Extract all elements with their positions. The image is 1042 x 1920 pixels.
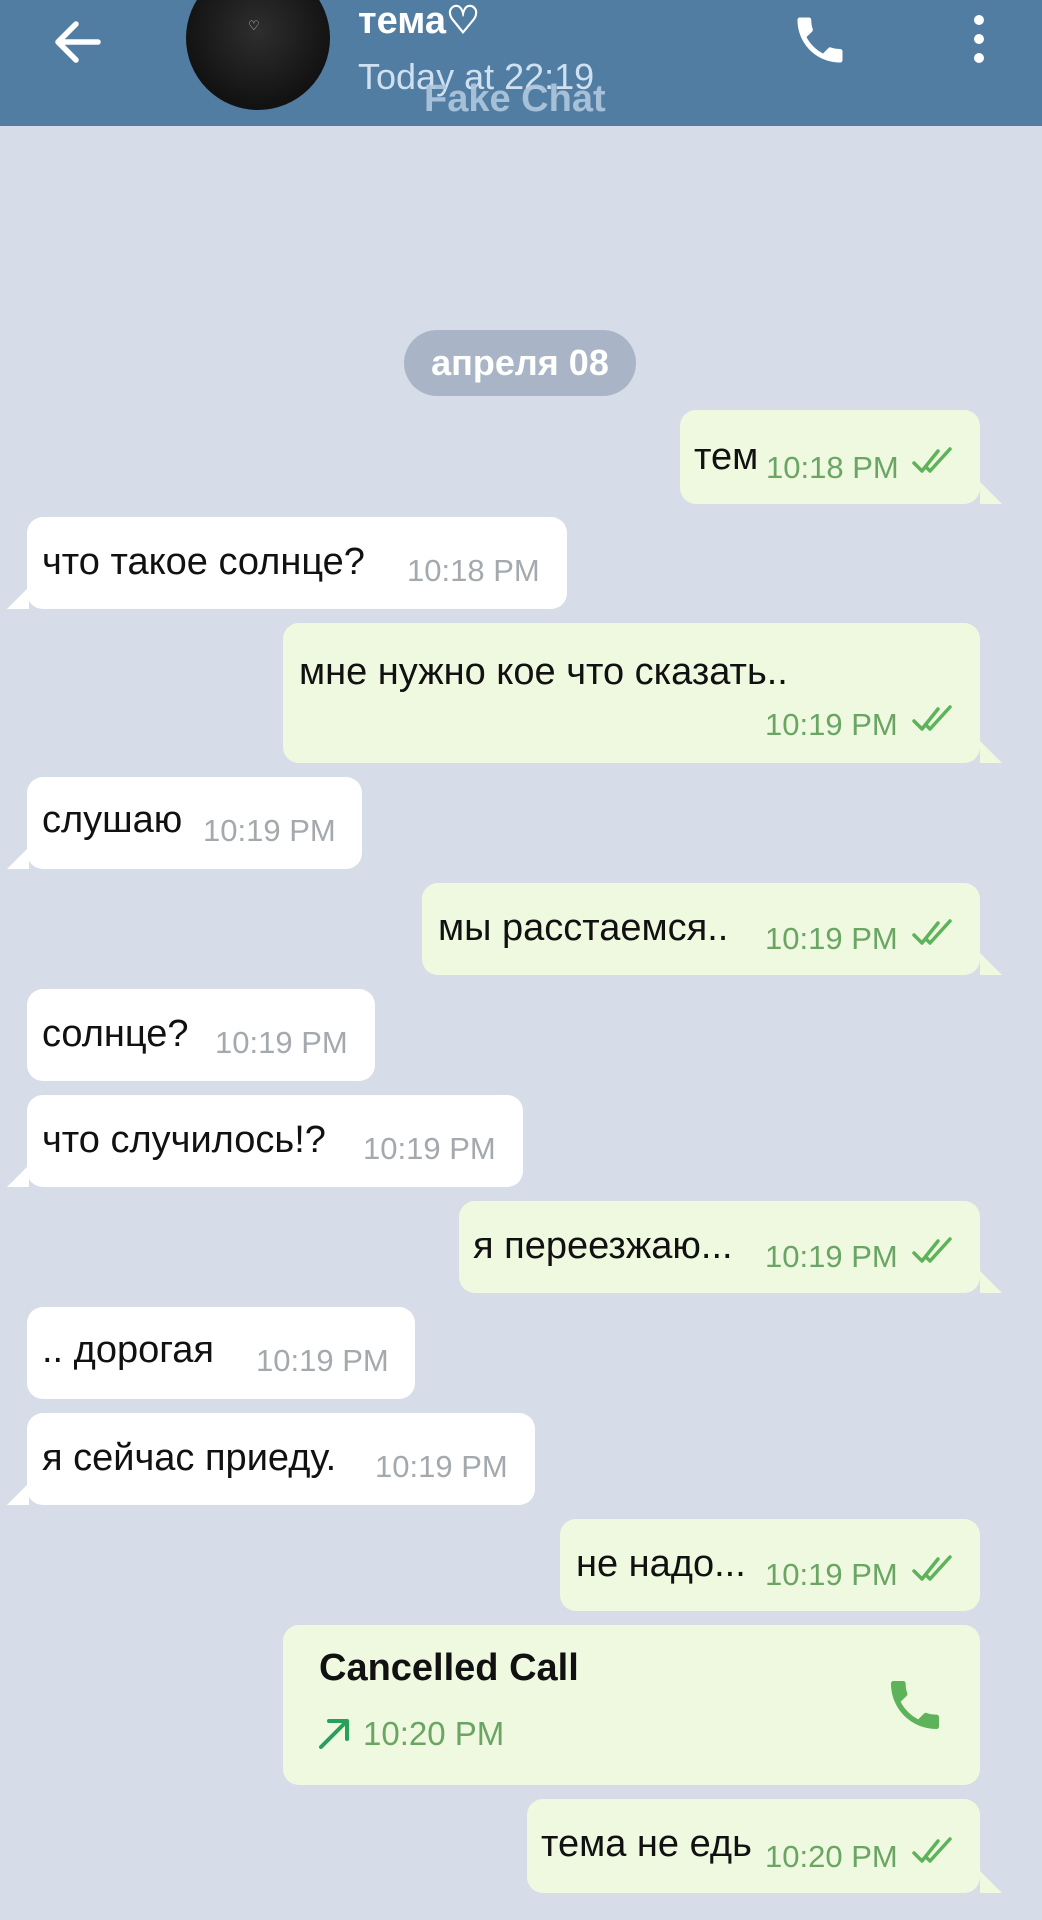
message-text: не надо... <box>576 1543 746 1585</box>
call-time: 10:20 PM <box>363 1715 505 1752</box>
message-time: 10:20 PM <box>765 1839 898 1874</box>
date-separator: апреля 08 <box>404 330 636 396</box>
chat-header: ♡ тема♡ Today at 22:19 Fake Chat <box>0 0 1042 126</box>
more-vertical-icon[interactable] <box>962 12 996 66</box>
message-time: 10:19 PM <box>256 1343 389 1378</box>
outgoing-message[interactable]: тем 10:18 PM <box>680 410 1002 504</box>
message-time: 10:19 PM <box>765 1557 898 1592</box>
bubble-tail <box>7 847 29 869</box>
back-arrow-icon[interactable] <box>50 14 106 70</box>
message-time: 10:19 PM <box>203 813 336 848</box>
message-text: что случилось!? <box>42 1119 326 1161</box>
double-check-icon <box>912 447 952 473</box>
message-time: 10:19 PM <box>215 1025 348 1060</box>
message-text: .. дорогая <box>42 1329 214 1371</box>
double-check-icon <box>912 1837 952 1863</box>
call-title: Cancelled Call <box>319 1647 579 1689</box>
message-time: 10:19 PM <box>375 1449 508 1484</box>
message-time: 10:18 PM <box>407 553 540 588</box>
incoming-message[interactable]: что случилось!? 10:19 PM <box>7 1095 523 1187</box>
message-text: что такое солнце? <box>42 541 365 583</box>
cancelled-call-message[interactable]: Cancelled Call 10:20 PM <box>283 1625 980 1785</box>
bubble-tail <box>980 1271 1002 1293</box>
incoming-message[interactable]: я сейчас приеду. 10:19 PM <box>7 1413 535 1505</box>
message-time: 10:19 PM <box>765 707 898 742</box>
bubble-tail <box>7 1483 29 1505</box>
message-text: я сейчас приеду. <box>42 1437 337 1479</box>
message-text: мы расстаемся.. <box>438 907 729 949</box>
message-text: мне нужно кое что сказать.. <box>299 651 788 693</box>
message-text: слушаю <box>42 799 183 841</box>
avatar[interactable]: ♡ <box>186 0 330 110</box>
outgoing-message[interactable]: тема не едь 10:20 PM <box>527 1799 1002 1893</box>
phone-icon[interactable] <box>790 10 850 70</box>
contact-name[interactable]: тема♡ <box>358 0 480 43</box>
message-text: солнце? <box>42 1013 189 1055</box>
outgoing-message[interactable]: не надо... 10:19 PM <box>560 1519 980 1611</box>
double-check-icon <box>912 919 952 945</box>
bubble-tail <box>7 1165 29 1187</box>
bubble-tail <box>980 953 1002 975</box>
bubble-tail <box>980 741 1002 763</box>
outgoing-message[interactable]: мы расстаемся.. 10:19 PM <box>422 883 1002 975</box>
double-check-icon <box>912 1237 952 1263</box>
outgoing-message[interactable]: я переезжаю... 10:19 PM <box>459 1201 1002 1293</box>
incoming-message[interactable]: солнце? 10:19 PM <box>27 989 375 1081</box>
message-time: 10:18 PM <box>766 450 899 485</box>
double-check-icon <box>912 1555 952 1581</box>
outgoing-message[interactable]: мне нужно кое что сказать.. 10:19 PM <box>283 623 1002 763</box>
message-time: 10:19 PM <box>765 1239 898 1274</box>
phone-icon[interactable] <box>883 1673 947 1737</box>
double-check-icon <box>912 705 952 731</box>
message-text: я переезжаю... <box>473 1225 733 1267</box>
message-text: тем <box>694 436 759 478</box>
incoming-message[interactable]: что такое солнце? 10:18 PM <box>7 517 567 609</box>
bubble-tail <box>980 482 1002 504</box>
outgoing-arrow-icon <box>319 1719 349 1749</box>
bubble-tail <box>980 1871 1002 1893</box>
incoming-message[interactable]: слушаю 10:19 PM <box>7 777 362 869</box>
message-time: 10:19 PM <box>765 921 898 956</box>
watermark: Fake Chat <box>424 78 606 120</box>
message-text: тема не едь <box>541 1823 752 1865</box>
incoming-message[interactable]: .. дорогая 10:19 PM <box>27 1307 415 1399</box>
message-time: 10:19 PM <box>363 1131 496 1166</box>
bubble-tail <box>7 587 29 609</box>
